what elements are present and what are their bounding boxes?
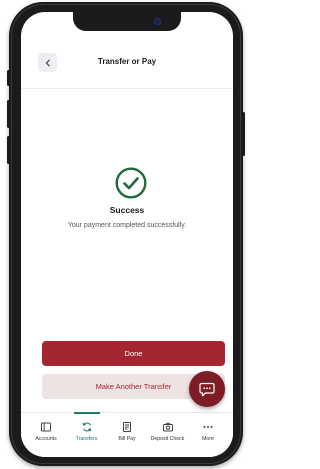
tab-more[interactable]: More	[189, 413, 227, 457]
page-title: Transfer or Pay	[97, 57, 157, 66]
bill-pay-icon	[123, 422, 131, 432]
tab-label: Bill Pay	[118, 436, 136, 442]
front-camera	[154, 18, 161, 25]
transfers-icon	[82, 422, 91, 432]
done-button[interactable]: Done	[42, 341, 225, 366]
volume-up-button	[7, 100, 10, 128]
tab-deposit-check[interactable]: Deposit Check	[149, 413, 187, 457]
bottom-tab-bar: Accounts Transfers Bill Pay Deposit Chec…	[21, 412, 233, 457]
tab-transfers[interactable]: Transfers	[68, 412, 106, 457]
tab-bill-pay[interactable]: Bill Pay	[108, 413, 146, 457]
success-title: Success	[109, 205, 145, 215]
more-icon	[203, 426, 213, 428]
notch	[73, 12, 181, 31]
header-bar: Transfer or Pay	[21, 44, 233, 89]
chat-button[interactable]	[189, 371, 225, 407]
app-screen: Transfer or Pay Success Your payment com…	[21, 12, 233, 457]
chevron-left-icon	[45, 59, 50, 66]
mute-switch	[7, 70, 10, 86]
chat-bubble-icon	[199, 382, 215, 396]
power-button	[242, 112, 245, 156]
tab-label: More	[202, 436, 214, 442]
tab-label: Deposit Check	[150, 436, 185, 442]
checkmark-circle-icon	[115, 167, 147, 199]
success-message: Your payment completed successfully.	[67, 222, 187, 229]
accounts-icon	[41, 422, 51, 432]
tab-label: Accounts	[35, 436, 57, 442]
active-tab-indicator	[73, 412, 100, 414]
volume-down-button	[7, 136, 10, 164]
camera-icon	[162, 422, 173, 432]
tab-accounts[interactable]: Accounts	[27, 413, 65, 457]
back-button[interactable]	[38, 53, 57, 72]
tab-label: Transfers	[75, 436, 98, 442]
